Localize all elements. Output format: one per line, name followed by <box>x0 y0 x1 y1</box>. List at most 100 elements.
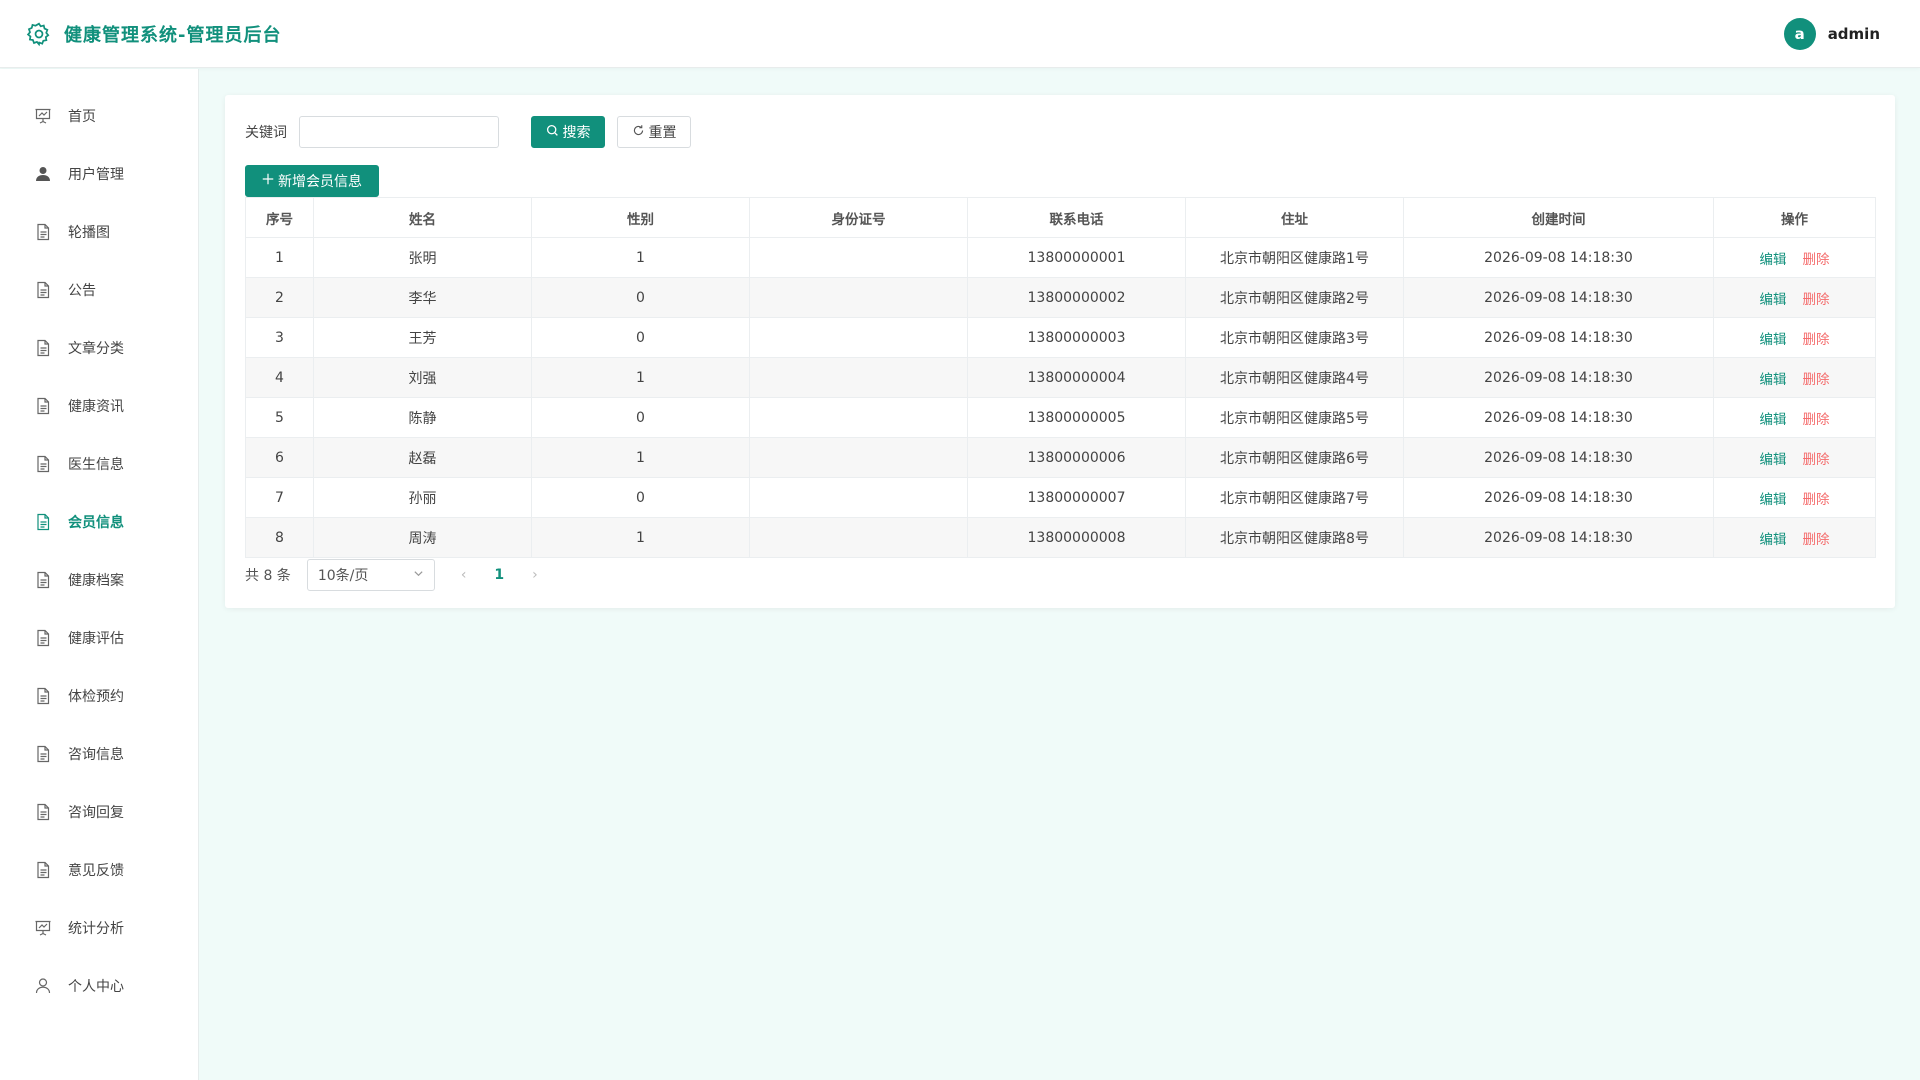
table-cell: 3 <box>245 317 314 358</box>
avatar[interactable]: a <box>1783 17 1816 50</box>
table-cell: 北京市朝阳区健康路7号 <box>1185 477 1404 518</box>
sidebar-item-label: 体检预约 <box>68 689 124 705</box>
edit-link[interactable]: 编辑 <box>1760 372 1787 388</box>
sidebar-item[interactable]: 首页 <box>0 87 198 145</box>
sidebar-item-label: 健康档案 <box>68 573 124 589</box>
search-button[interactable]: 搜索 <box>531 116 605 148</box>
delete-link[interactable]: 删除 <box>1803 412 1830 428</box>
edit-link[interactable]: 编辑 <box>1760 492 1787 508</box>
document-icon <box>34 223 52 241</box>
edit-link[interactable]: 编辑 <box>1760 452 1787 468</box>
sidebar-item-label: 首页 <box>68 109 96 125</box>
sidebar-item[interactable]: 体检预约 <box>0 667 198 725</box>
user-name[interactable]: admin <box>1828 25 1880 43</box>
sidebar-item[interactable]: 用户管理 <box>0 145 198 203</box>
sidebar-item[interactable]: 健康资讯 <box>0 377 198 435</box>
table-cell: 2026-09-08 14:18:30 <box>1403 437 1714 478</box>
table-cell: 8 <box>245 517 314 558</box>
refresh-icon <box>632 124 645 141</box>
keyword-input[interactable] <box>299 116 499 148</box>
main-panel: 关键词 搜索 重置 新增会员信息 序号 姓名 性别 身份证号 联系电话 住址 创… <box>225 95 1895 608</box>
search-icon <box>546 124 559 141</box>
page-size-select[interactable]: 10条/页 <box>306 559 435 591</box>
app-title: 健康管理系统-管理员后台 <box>64 24 282 46</box>
sidebar-item[interactable]: 健康评估 <box>0 609 198 667</box>
edit-link[interactable]: 编辑 <box>1760 252 1787 268</box>
sidebar-item[interactable]: 轮播图 <box>0 203 198 261</box>
keyword-label: 关键词 <box>245 125 287 141</box>
edit-link[interactable]: 编辑 <box>1760 532 1787 548</box>
table-cell: 北京市朝阳区健康路1号 <box>1185 237 1404 278</box>
table-cell: 北京市朝阳区健康路6号 <box>1185 437 1404 478</box>
table-cell: 13800000004 <box>967 357 1186 398</box>
delete-link[interactable]: 删除 <box>1803 372 1830 388</box>
document-icon <box>34 281 52 299</box>
chevron-down-icon <box>413 567 424 583</box>
sidebar-item[interactable]: 意见反馈 <box>0 841 198 899</box>
sidebar-item-label: 公告 <box>68 283 96 299</box>
page-number[interactable]: 1 <box>494 567 504 583</box>
add-member-button[interactable]: 新增会员信息 <box>245 165 379 197</box>
gear-icon <box>26 21 52 47</box>
table-cell: 2026-09-08 14:18:30 <box>1403 317 1714 358</box>
delete-link[interactable]: 删除 <box>1803 332 1830 348</box>
delete-link[interactable]: 删除 <box>1803 252 1830 268</box>
sidebar-item-label: 咨询回复 <box>68 805 124 821</box>
delete-link[interactable]: 删除 <box>1803 492 1830 508</box>
sidebar-item[interactable]: 健康档案 <box>0 551 198 609</box>
user-menu[interactable]: a admin <box>1783 17 1880 50</box>
edit-link[interactable]: 编辑 <box>1760 332 1787 348</box>
sidebar-item[interactable]: 个人中心 <box>0 957 198 1015</box>
top-header: 健康管理系统-管理员后台 a admin <box>0 0 1920 68</box>
actions-cell: 编辑 删除 <box>1713 357 1876 398</box>
sidebar-item-label: 个人中心 <box>68 979 124 995</box>
document-icon <box>34 339 52 357</box>
delete-link[interactable]: 删除 <box>1803 532 1830 548</box>
column-header: 创建时间 <box>1403 197 1714 238</box>
document-icon <box>34 455 52 473</box>
search-bar: 关键词 搜索 重置 <box>245 115 1875 149</box>
table-row: 6 赵磊 1 13800000006 北京市朝阳区健康路6号 2026-09-08 14:… <box>245 437 1876 478</box>
table-cell <box>749 237 968 278</box>
table-cell <box>749 317 968 358</box>
next-page-icon[interactable]: › <box>532 567 538 583</box>
column-header: 住址 <box>1185 197 1404 238</box>
table-cell: 1 <box>531 437 750 478</box>
edit-link[interactable]: 编辑 <box>1760 412 1787 428</box>
delete-link[interactable]: 删除 <box>1803 452 1830 468</box>
table-cell: 7 <box>245 477 314 518</box>
sidebar-item[interactable]: 咨询信息 <box>0 725 198 783</box>
plus-icon <box>262 173 274 189</box>
table-cell: 刘强 <box>313 357 532 398</box>
table-cell: 王芳 <box>313 317 532 358</box>
delete-link[interactable]: 删除 <box>1803 292 1830 308</box>
sidebar-item[interactable]: 会员信息 <box>0 493 198 551</box>
table-cell: 2026-09-08 14:18:30 <box>1403 517 1714 558</box>
table-cell <box>749 357 968 398</box>
sidebar-item[interactable]: 统计分析 <box>0 899 198 957</box>
prev-page-icon[interactable]: ‹ <box>461 567 467 583</box>
user-outline-icon <box>34 977 52 995</box>
add-member-label: 新增会员信息 <box>278 174 362 190</box>
document-icon <box>34 571 52 589</box>
sidebar-item-label: 健康评估 <box>68 631 124 647</box>
presentation-icon <box>34 107 52 125</box>
sidebar-item[interactable]: 咨询回复 <box>0 783 198 841</box>
document-icon <box>34 687 52 705</box>
actions-cell: 编辑 删除 <box>1713 437 1876 478</box>
sidebar-item-label: 轮播图 <box>68 225 110 241</box>
sidebar-item[interactable]: 公告 <box>0 261 198 319</box>
actions-cell: 编辑 删除 <box>1713 517 1876 558</box>
member-table: 序号 姓名 性别 身份证号 联系电话 住址 创建时间 操作 1 张明 1 13800000001 北京… <box>245 197 1876 558</box>
sidebar-item[interactable]: 文章分类 <box>0 319 198 377</box>
sidebar-item[interactable]: 医生信息 <box>0 435 198 493</box>
table-cell: 2026-09-08 14:18:30 <box>1403 397 1714 438</box>
sidebar-item-label: 会员信息 <box>68 515 124 531</box>
document-icon <box>34 397 52 415</box>
actions-cell: 编辑 删除 <box>1713 317 1876 358</box>
table-cell: 北京市朝阳区健康路5号 <box>1185 397 1404 438</box>
reset-button[interactable]: 重置 <box>617 116 691 148</box>
edit-link[interactable]: 编辑 <box>1760 292 1787 308</box>
sidebar-item-label: 统计分析 <box>68 921 124 937</box>
actions-cell: 编辑 删除 <box>1713 277 1876 318</box>
